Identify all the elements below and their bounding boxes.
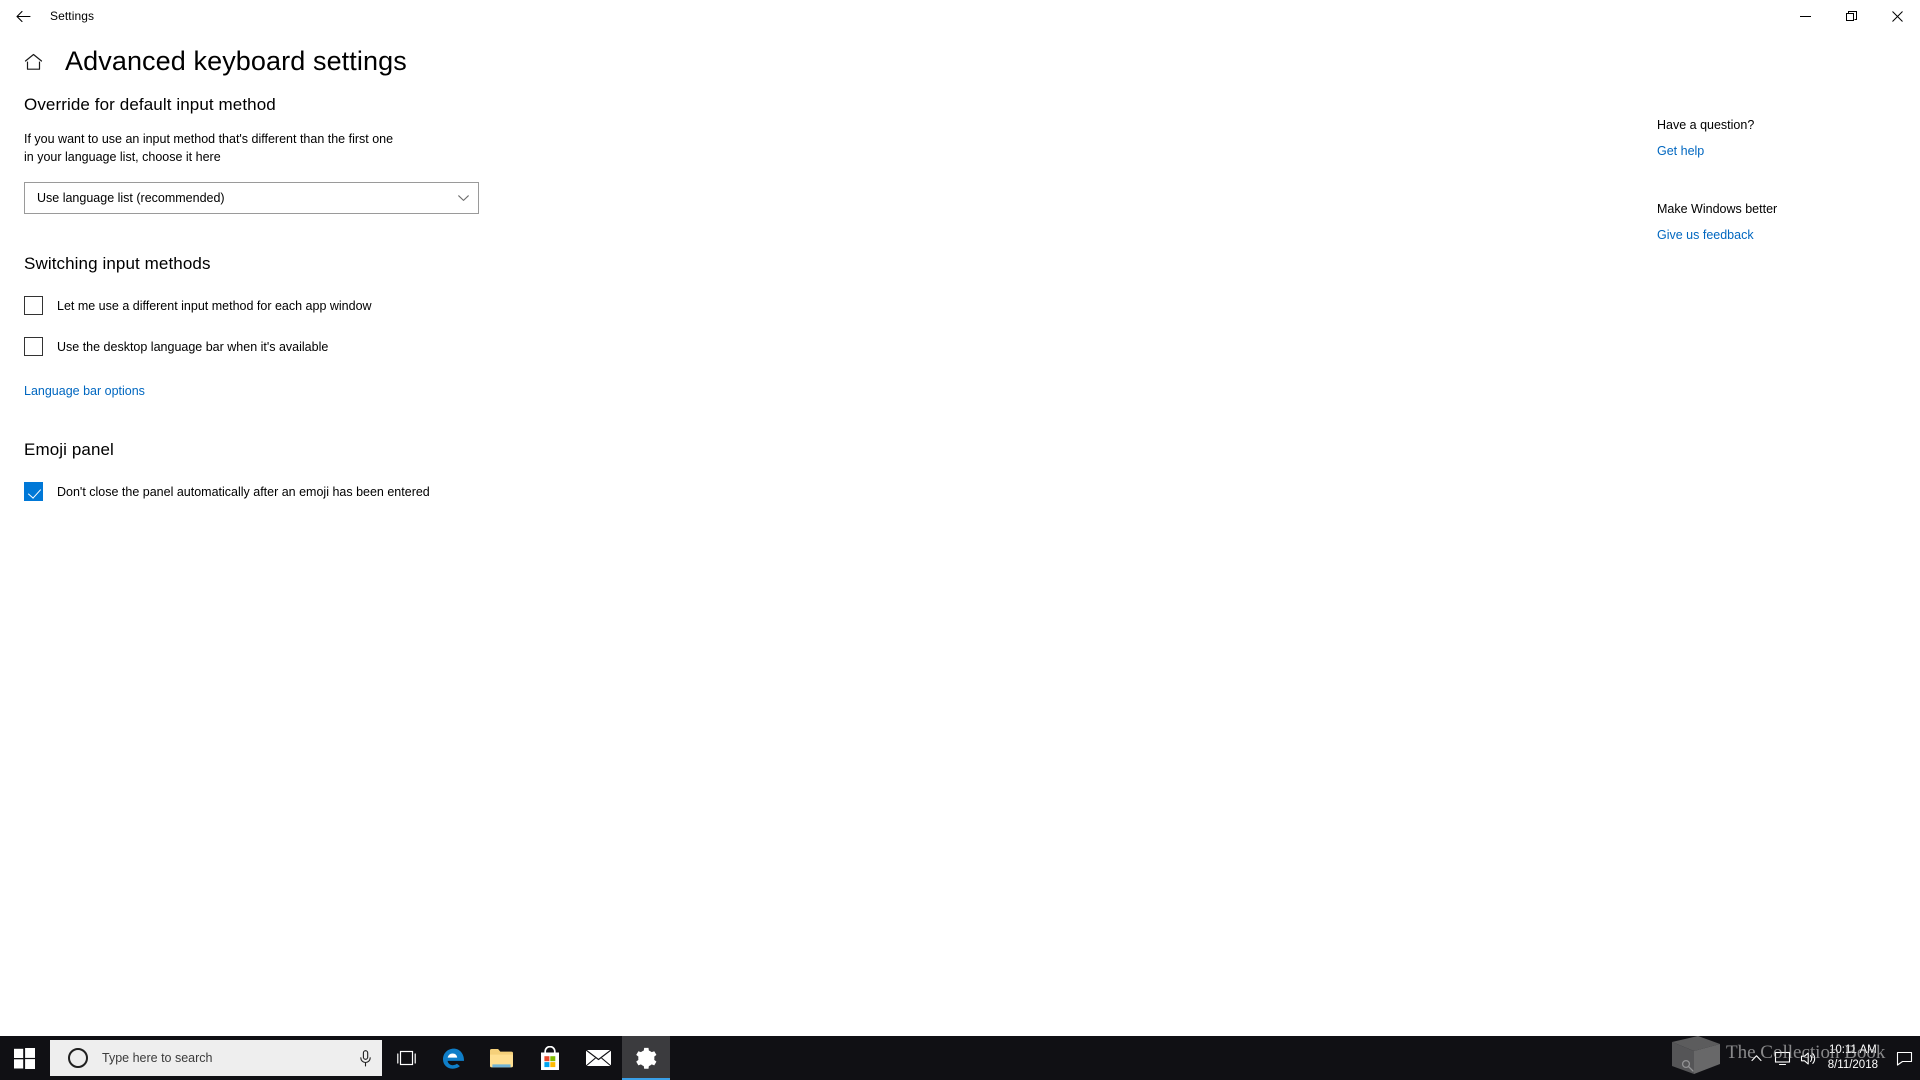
switching-heading: Switching input methods (24, 254, 211, 273)
taskbar-app-settings[interactable] (622, 1036, 670, 1080)
minimize-button[interactable] (1782, 0, 1828, 32)
checkbox-label: Let me use a different input method for … (57, 298, 372, 313)
clock-time: 10:11 AM (1828, 1044, 1877, 1056)
emoji-section: Emoji panel Don't close the panel automa… (24, 440, 824, 501)
language-bar-options-row: Language bar options (24, 382, 824, 400)
clock-date: 8/11/2018 (1827, 1059, 1878, 1071)
page-header: Advanced keyboard settings (0, 46, 407, 77)
main-content: Override for default input method If you… (24, 95, 824, 501)
taskbar-app-mail[interactable] (574, 1036, 622, 1080)
restore-button[interactable] (1828, 0, 1874, 32)
dropdown-value: Use language list (recommended) (37, 191, 225, 205)
edge-icon (443, 1048, 464, 1069)
taskbar-app-microsoft-store[interactable] (526, 1036, 574, 1080)
taskbar-app-edge[interactable] (430, 1036, 478, 1080)
volume-icon[interactable] (1796, 1036, 1822, 1080)
search-box[interactable]: Type here to search (50, 1040, 382, 1076)
close-icon (1891, 10, 1903, 22)
checkbox-label: Don't close the panel automatically afte… (57, 484, 430, 499)
give-feedback-row: Give us feedback (1657, 226, 1907, 244)
back-button[interactable] (0, 0, 46, 32)
default-input-method-dropdown[interactable]: Use language list (recommended) (24, 182, 479, 214)
action-center-icon (1896, 1051, 1912, 1066)
make-windows-better-heading: Make Windows better (1657, 202, 1778, 216)
give-us-feedback-link[interactable]: Give us feedback (1657, 228, 1754, 242)
home-button[interactable] (13, 53, 53, 71)
action-center-button[interactable] (1888, 1036, 1920, 1080)
taskbar-app-file-explorer[interactable] (478, 1036, 526, 1080)
restore-icon (1845, 10, 1857, 21)
microphone-icon[interactable] (348, 1049, 382, 1067)
override-section: Override for default input method If you… (24, 95, 824, 214)
back-arrow-icon (15, 10, 31, 22)
cortana-circle-icon (68, 1048, 88, 1068)
checkbox-row-emoji-panel[interactable]: Don't close the panel automatically afte… (24, 482, 824, 501)
checkbox-desktop-language-bar[interactable] (24, 337, 43, 356)
window-controls (1782, 0, 1920, 32)
display-icon[interactable] (1770, 1036, 1796, 1080)
override-description: If you want to use an input method that'… (24, 132, 394, 164)
language-bar-options-link[interactable]: Language bar options (24, 384, 145, 398)
task-view-icon (396, 1050, 416, 1065)
search-input[interactable]: Type here to search (102, 1051, 348, 1065)
close-button[interactable] (1874, 0, 1920, 32)
get-help-link[interactable]: Get help (1657, 144, 1704, 158)
right-sidebar: Have a question? Get help Make Windows b… (1657, 118, 1907, 244)
show-hidden-icons-chevron[interactable] (1744, 1036, 1770, 1080)
file-explorer-icon (490, 1049, 513, 1068)
chevron-down-icon (448, 194, 478, 202)
checkbox-label: Use the desktop language bar when it's a… (57, 339, 329, 354)
have-a-question-heading: Have a question? (1657, 118, 1755, 132)
windows-start-icon (13, 1047, 35, 1069)
feedback-group: Make Windows better Give us feedback (1657, 202, 1907, 244)
system-tray: 10:11 AM 8/11/2018 (1744, 1036, 1920, 1080)
taskbar: Type here to search 10:11 AM 8/11/2018 (0, 1036, 1920, 1080)
task-view-button[interactable] (382, 1036, 430, 1080)
page-title: Advanced keyboard settings (65, 46, 407, 76)
app-title: Settings (50, 9, 95, 23)
microsoft-store-icon (541, 1045, 559, 1070)
override-heading: Override for default input method (24, 95, 276, 114)
mail-icon (585, 1049, 611, 1067)
settings-gear-icon (635, 1047, 656, 1069)
switching-section: Switching input methods Let me use a dif… (24, 254, 824, 400)
checkbox-different-input-method[interactable] (24, 296, 43, 315)
checkbox-row-different-input-method[interactable]: Let me use a different input method for … (24, 296, 824, 315)
checkbox-dont-close-panel[interactable] (24, 482, 43, 501)
minimize-icon (1799, 15, 1811, 17)
checkbox-row-desktop-language-bar[interactable]: Use the desktop language bar when it's a… (24, 337, 824, 356)
title-bar: Settings (0, 0, 1920, 32)
home-icon (24, 53, 42, 70)
get-help-row: Get help (1657, 142, 1907, 160)
emoji-heading: Emoji panel (24, 440, 114, 459)
start-button[interactable] (0, 1036, 48, 1080)
clock[interactable]: 10:11 AM 8/11/2018 (1822, 1036, 1888, 1080)
